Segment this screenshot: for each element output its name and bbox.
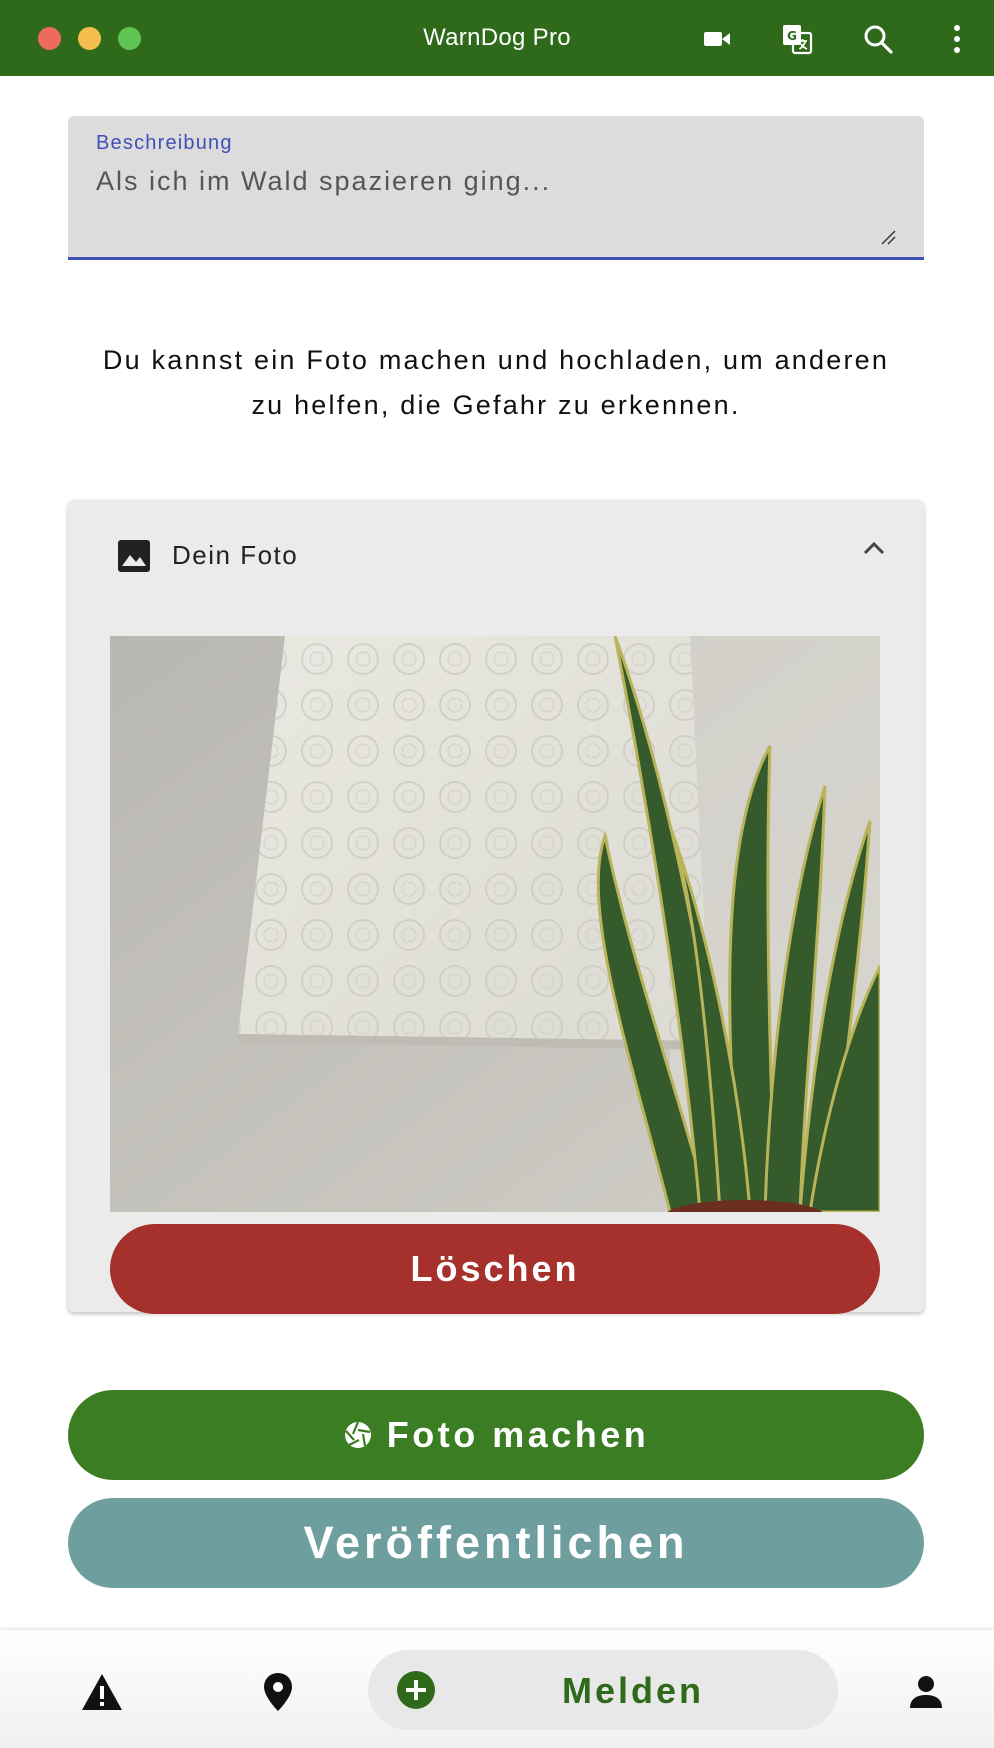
chevron-up-icon[interactable] <box>856 530 892 566</box>
delete-photo-button[interactable]: Löschen <box>110 1224 880 1314</box>
description-label: Beschreibung <box>96 132 233 154</box>
report-form: Beschreibung Als ich im Wald spazieren g… <box>0 76 994 1630</box>
uploaded-photo <box>110 636 880 1212</box>
description-input[interactable]: Als ich im Wald spazieren ging... <box>96 166 551 197</box>
search-icon[interactable] <box>861 22 895 56</box>
photo-panel-title: Dein Foto <box>172 540 299 570</box>
camera-shutter-icon <box>344 1421 371 1448</box>
person-icon[interactable] <box>904 1670 948 1714</box>
title-bar: WarnDog Pro G <box>0 0 994 76</box>
location-pin-icon[interactable] <box>256 1670 300 1714</box>
publish-button[interactable]: Veröffentlichen <box>68 1498 924 1588</box>
warning-icon[interactable] <box>80 1670 124 1714</box>
report-button[interactable]: Melden <box>368 1650 838 1730</box>
description-field[interactable]: Beschreibung Als ich im Wald spazieren g… <box>68 116 924 260</box>
image-icon <box>118 540 150 572</box>
translate-icon[interactable]: G <box>780 22 814 56</box>
bottom-navigation: Melden <box>0 1630 994 1748</box>
take-photo-button[interactable]: Foto machen <box>68 1390 924 1480</box>
resize-grip-icon[interactable] <box>880 229 896 245</box>
photo-panel: Dein Foto Löschen <box>68 500 924 1314</box>
photo-panel-header[interactable]: Dein Foto <box>68 500 924 610</box>
more-vertical-icon[interactable] <box>940 22 974 56</box>
svg-text:G: G <box>787 29 797 43</box>
take-photo-label: Foto machen <box>386 1414 650 1455</box>
report-label: Melden <box>561 1670 704 1711</box>
video-camera-icon[interactable] <box>700 22 734 56</box>
app-title: WarnDog Pro <box>423 24 571 51</box>
add-circle-icon <box>397 1671 435 1709</box>
photo-hint-text: Du kannst ein Foto machen und hochladen,… <box>102 345 890 420</box>
